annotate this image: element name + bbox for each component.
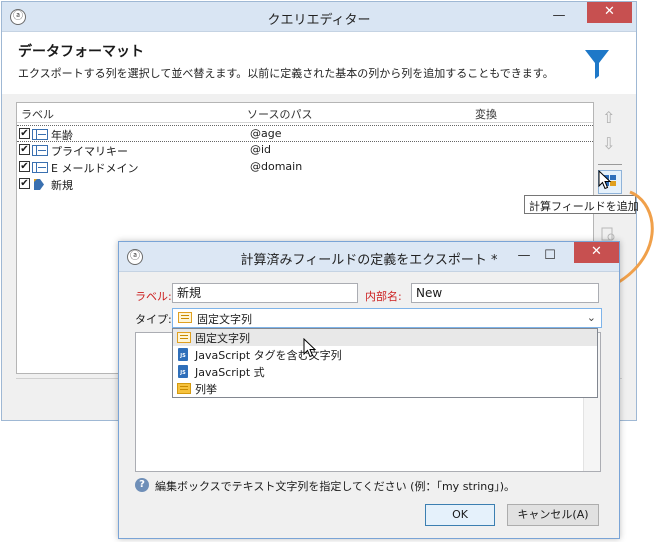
list-item[interactable]: 固定文字列 bbox=[173, 329, 597, 346]
table-row[interactable]: ✔ 年齢 @age bbox=[17, 125, 593, 142]
label-caption: ラベル: bbox=[135, 290, 172, 303]
main-title-bar: ⓐ クエリエディター — ✕ bbox=[2, 2, 636, 32]
label-input[interactable]: 新規 bbox=[172, 283, 358, 303]
table-row[interactable]: ✔ E メールドメイン @domain bbox=[17, 159, 593, 176]
ok-button[interactable]: OK bbox=[425, 504, 495, 526]
close-button[interactable]: ✕ bbox=[587, 2, 632, 23]
row-label: E メールドメイン bbox=[51, 162, 139, 175]
row-checkbox[interactable]: ✔ bbox=[19, 144, 30, 155]
column-header-transform[interactable]: 変換 bbox=[475, 106, 497, 122]
type-selected-value: 固定文字列 bbox=[197, 313, 252, 326]
row-path: @id bbox=[250, 143, 272, 156]
list-icon bbox=[178, 312, 192, 323]
list-item[interactable]: JS JavaScript 式 bbox=[173, 363, 597, 380]
row-path: @domain bbox=[250, 160, 303, 173]
section-description: エクスポートする列を選択して並べ替えます。以前に定義された基本の列から列を追加す… bbox=[18, 67, 554, 80]
list-icon bbox=[177, 332, 191, 343]
help-text: 編集ボックスでテキスト文字列を指定してください (例：「my string」)。 bbox=[155, 480, 516, 493]
grid-header: ラベル ソースのパス 変換 bbox=[17, 103, 593, 123]
javascript-icon: JS bbox=[178, 365, 188, 378]
toolbar-separator bbox=[598, 164, 622, 165]
main-window-title: クエリエディター bbox=[267, 13, 371, 28]
row-label: プライマリキー bbox=[51, 145, 128, 158]
javascript-icon: JS bbox=[178, 348, 188, 361]
list-item[interactable]: 列挙 bbox=[173, 380, 597, 397]
option-label: 列挙 bbox=[195, 383, 217, 396]
cancel-button[interactable]: キャンセル(A) bbox=[507, 504, 599, 526]
type-select[interactable]: 固定文字列 ⌄ bbox=[172, 308, 602, 328]
field-icon bbox=[32, 129, 48, 140]
type-caption: タイプ: bbox=[135, 313, 172, 326]
row-checkbox[interactable]: ✔ bbox=[19, 178, 30, 189]
enum-icon bbox=[177, 383, 191, 394]
funnel-icon bbox=[585, 50, 609, 79]
column-header-label[interactable]: ラベル bbox=[21, 106, 54, 122]
list-item[interactable]: JS JavaScript タグを含む文字列 bbox=[173, 346, 597, 363]
calculated-field-dialog: ⓐ 計算済みフィールドの定義をエクスポート * — ☐ ✕ ラベル: 新規 内部… bbox=[118, 241, 620, 539]
internal-name-caption: 内部名: bbox=[365, 290, 402, 303]
type-dropdown-list[interactable]: 固定文字列 JS JavaScript タグを含む文字列 JS JavaScri… bbox=[172, 328, 598, 398]
field-icon bbox=[32, 162, 48, 173]
row-path: @age bbox=[250, 127, 282, 140]
dialog-title-bar: ⓐ 計算済みフィールドの定義をエクスポート * — ☐ ✕ bbox=[119, 242, 619, 272]
row-checkbox[interactable]: ✔ bbox=[19, 161, 30, 172]
mouse-cursor-icon bbox=[303, 338, 317, 358]
move-up-arrow-icon[interactable]: ⇧ bbox=[602, 108, 615, 127]
table-row[interactable]: ✔ プライマリキー @id bbox=[17, 142, 593, 159]
dialog-minimize-button[interactable]: — bbox=[517, 249, 531, 264]
move-down-arrow-icon[interactable]: ⇩ bbox=[602, 134, 615, 153]
row-label: 年齢 bbox=[51, 129, 73, 142]
chevron-down-icon[interactable]: ⌄ bbox=[587, 311, 596, 324]
field-icon bbox=[32, 145, 48, 156]
column-header-source-path[interactable]: ソースのパス bbox=[247, 106, 312, 122]
dialog-close-button[interactable]: ✕ bbox=[574, 242, 619, 263]
new-field-icon bbox=[34, 179, 44, 190]
mouse-cursor-icon bbox=[598, 170, 612, 190]
row-checkbox[interactable]: ✔ bbox=[19, 128, 30, 139]
header-area: データフォーマット エクスポートする列を選択して並べ替えます。以前に定義された基… bbox=[2, 32, 636, 94]
option-label: 固定文字列 bbox=[195, 332, 250, 345]
dialog-maximize-button[interactable]: ☐ bbox=[543, 249, 557, 264]
option-label: JavaScript タグを含む文字列 bbox=[195, 349, 342, 362]
minimize-button[interactable]: — bbox=[552, 9, 566, 24]
section-title: データフォーマット bbox=[18, 44, 144, 60]
option-label: JavaScript 式 bbox=[195, 366, 265, 379]
internal-name-input[interactable]: New bbox=[411, 283, 599, 303]
help-icon: ? bbox=[135, 478, 149, 492]
row-label: 新規 bbox=[51, 179, 73, 192]
table-row[interactable]: ✔ 新規 bbox=[17, 176, 593, 193]
